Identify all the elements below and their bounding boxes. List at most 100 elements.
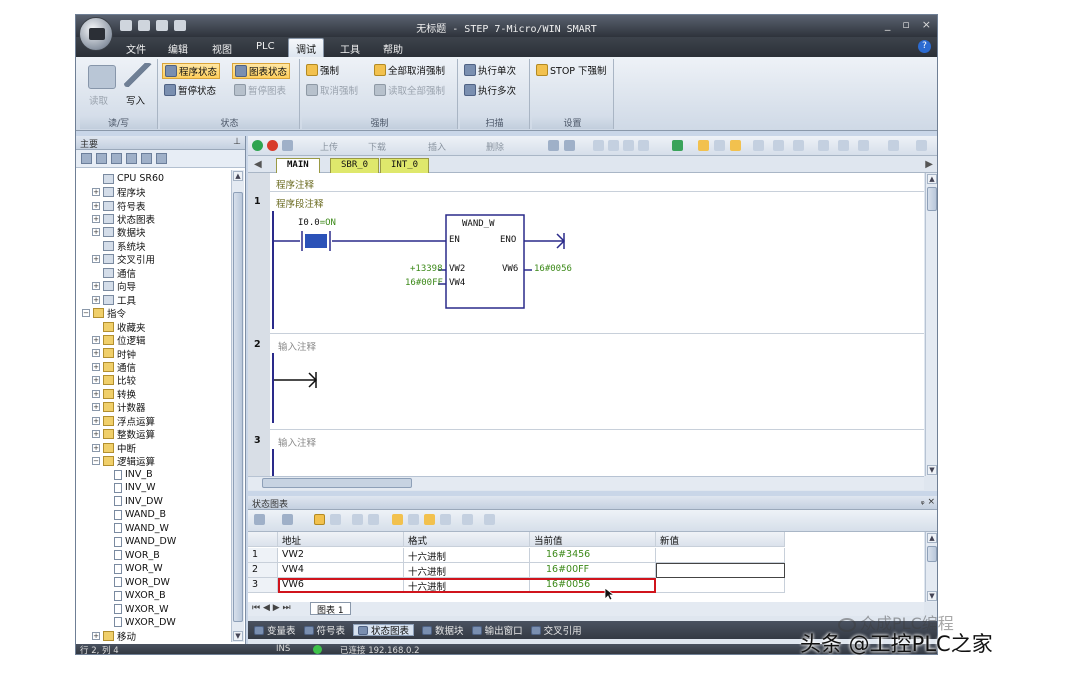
bookmark-clear-icon[interactable] bbox=[638, 140, 649, 151]
box-icon[interactable] bbox=[858, 140, 869, 151]
expand-toggle-icon[interactable]: + bbox=[92, 631, 100, 640]
tree-tool-icon[interactable] bbox=[141, 153, 152, 164]
tab-main[interactable]: MAIN bbox=[276, 158, 320, 173]
symbol-icon[interactable] bbox=[916, 140, 927, 151]
scroll-thumb[interactable] bbox=[233, 192, 243, 622]
coil-icon[interactable] bbox=[838, 140, 849, 151]
contact-icon[interactable] bbox=[818, 140, 829, 151]
tree-item[interactable]: WOR_DW bbox=[114, 576, 170, 589]
in2-address[interactable]: VW4 bbox=[449, 278, 465, 288]
options-icon[interactable] bbox=[484, 514, 495, 525]
pause-chart-button[interactable]: 暂停图表 bbox=[234, 83, 286, 97]
force-tool-icon[interactable] bbox=[714, 140, 725, 151]
sheet-tab-chart-1[interactable]: 图表 1 bbox=[310, 602, 351, 616]
scroll-down-arrow[interactable]: ▼ bbox=[927, 465, 937, 475]
tree-item[interactable]: + 移动 bbox=[92, 629, 136, 642]
tree-item[interactable]: + 时钟 bbox=[92, 347, 136, 361]
expand-toggle-icon[interactable]: + bbox=[92, 188, 100, 197]
rung-comment[interactable]: 输入注释 bbox=[278, 435, 316, 449]
tab-scroll-right-icon[interactable]: ▶ bbox=[925, 159, 933, 170]
format-cell[interactable]: 十六进制 bbox=[404, 563, 530, 578]
tab-scroll-left-icon[interactable]: ◀ bbox=[254, 159, 262, 170]
tree-item[interactable]: + 工具 bbox=[92, 293, 136, 307]
panel-controls[interactable]: ᵩ × bbox=[921, 497, 935, 507]
help-icon[interactable]: ? bbox=[918, 40, 931, 53]
expand-toggle-icon[interactable]: + bbox=[92, 376, 100, 385]
insert-button[interactable]: 插入 bbox=[428, 140, 446, 153]
scroll-up-arrow[interactable]: ▲ bbox=[927, 174, 937, 184]
pause-chart-icon[interactable] bbox=[330, 514, 341, 525]
tree-item[interactable]: + 比较 bbox=[92, 374, 136, 387]
tree-tool-icon[interactable] bbox=[96, 153, 107, 164]
tab-status-chart[interactable]: 状态图表 bbox=[353, 624, 415, 637]
tree-item[interactable]: + 程序块 bbox=[92, 185, 146, 199]
tree-item[interactable]: 通信 bbox=[92, 266, 136, 280]
goto-icon[interactable] bbox=[672, 140, 683, 151]
table-row[interactable]: 1 VW2 十六进制 16#3456 bbox=[248, 548, 785, 563]
line-right-icon[interactable] bbox=[793, 140, 804, 151]
address-cell[interactable]: VW4 bbox=[278, 563, 404, 578]
tab-sbr0[interactable]: SBR_0 bbox=[330, 158, 380, 173]
table-row[interactable]: 2 VW4 十六进制 16#00FF bbox=[248, 563, 785, 578]
upload-button[interactable]: 上传 bbox=[320, 140, 338, 153]
line-down-icon[interactable] bbox=[753, 140, 764, 151]
restore-button[interactable]: ▫ bbox=[902, 18, 909, 31]
unforce-button[interactable]: 取消强制 bbox=[306, 83, 358, 97]
read-all-forced-button[interactable]: 读取全部强制 bbox=[374, 83, 445, 97]
tree-item[interactable]: + 转换 bbox=[92, 387, 136, 401]
unforce-tool-icon[interactable] bbox=[730, 140, 741, 151]
expand-toggle-icon[interactable]: + bbox=[92, 403, 100, 412]
menu-help[interactable]: 帮助 bbox=[383, 41, 403, 56]
unforce-all-button[interactable]: 全部取消强制 bbox=[374, 63, 445, 77]
write-icon[interactable] bbox=[368, 514, 379, 525]
expand-toggle-icon[interactable]: + bbox=[92, 255, 100, 264]
lock-icon[interactable] bbox=[698, 140, 709, 151]
tree-item[interactable]: − 逻辑运算 bbox=[92, 454, 155, 468]
program-status-icon[interactable] bbox=[548, 140, 559, 151]
format-cell[interactable]: 十六进制 bbox=[404, 548, 530, 563]
tree-item[interactable]: WXOR_W bbox=[114, 602, 169, 615]
expand-toggle-icon[interactable]: + bbox=[92, 228, 100, 237]
minimize-button[interactable]: _ bbox=[885, 18, 891, 31]
tree-item[interactable]: 系统块 bbox=[92, 239, 146, 253]
expand-toggle-icon[interactable]: + bbox=[92, 214, 100, 223]
tab-variable-table[interactable]: 变量表 bbox=[254, 624, 296, 637]
tree-item[interactable]: 收藏夹 bbox=[92, 320, 146, 334]
program-status-button[interactable]: 程序状态 bbox=[162, 63, 221, 79]
tree-item[interactable]: INV_W bbox=[114, 481, 156, 494]
tab-int0[interactable]: INT_0 bbox=[380, 158, 430, 173]
pin-icon[interactable]: ⊥ bbox=[233, 137, 241, 147]
menu-debug[interactable]: 调试 bbox=[288, 38, 324, 57]
expand-toggle-icon[interactable]: + bbox=[92, 430, 100, 439]
read-forced-icon[interactable] bbox=[440, 514, 451, 525]
delete-button[interactable]: 删除 bbox=[486, 140, 504, 153]
unforce-icon[interactable] bbox=[408, 514, 419, 525]
project-tree-scrollbar[interactable]: ▲ ▼ bbox=[231, 170, 244, 642]
tab-data-block[interactable]: 数据块 bbox=[422, 624, 464, 637]
scroll-down-arrow[interactable]: ▼ bbox=[233, 631, 243, 641]
execute-multiple-button[interactable]: 执行多次 bbox=[464, 83, 516, 97]
force-button[interactable]: 强制 bbox=[306, 63, 339, 77]
execute-single-button[interactable]: 执行单次 bbox=[464, 63, 516, 77]
tab-cross-reference[interactable]: 交叉引用 bbox=[530, 624, 582, 637]
new-value-cell[interactable] bbox=[656, 578, 785, 593]
tree-item[interactable]: WAND_DW bbox=[114, 535, 176, 548]
sheet-nav-arrows[interactable]: ⏮ ◀ ▶ ⏭ bbox=[252, 603, 291, 613]
tree-item[interactable]: + 交叉引用 bbox=[92, 253, 155, 266]
close-button[interactable]: × bbox=[922, 18, 931, 31]
menu-file[interactable]: 文件 bbox=[126, 41, 146, 56]
tree-item[interactable]: + 符号表 bbox=[92, 199, 146, 213]
stop-force-button[interactable]: STOP 下强制 bbox=[536, 63, 607, 77]
menu-edit[interactable]: 编辑 bbox=[168, 41, 188, 56]
tree-item[interactable]: CPU SR60 bbox=[92, 172, 164, 185]
expand-toggle-icon[interactable]: + bbox=[92, 443, 100, 452]
expand-toggle-icon[interactable]: − bbox=[82, 309, 90, 318]
add-row-icon[interactable] bbox=[254, 514, 265, 525]
scroll-thumb[interactable] bbox=[927, 187, 937, 211]
compile-icon[interactable] bbox=[282, 140, 293, 151]
bookmark-icon[interactable] bbox=[593, 140, 604, 151]
run-icon[interactable] bbox=[252, 140, 263, 151]
new-value-cell[interactable] bbox=[656, 548, 785, 563]
trend-view-icon[interactable] bbox=[462, 514, 473, 525]
tree-item[interactable]: WXOR_B bbox=[114, 589, 166, 602]
